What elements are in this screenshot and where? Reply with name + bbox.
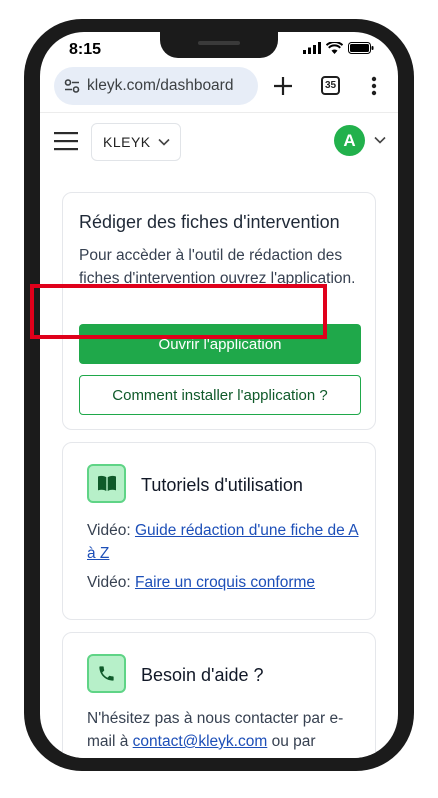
tutorial-link[interactable]: Faire un croquis conforme bbox=[135, 574, 315, 591]
help-title: Besoin d'aide ? bbox=[141, 665, 264, 685]
url-text[interactable]: kleyk.com/dashboard bbox=[87, 77, 233, 95]
help-icon-box bbox=[87, 654, 126, 693]
menu-icon[interactable] bbox=[54, 131, 78, 151]
more-options-icon[interactable] bbox=[364, 74, 384, 98]
tab-switcher-button[interactable]: 35 bbox=[321, 76, 340, 95]
organization-name: KLEYK bbox=[103, 134, 151, 150]
tutorial-item: Vidéo: Guide rédaction d'une fiche de A … bbox=[87, 522, 359, 562]
help-card: Besoin d'aide ? N'hésitez pas à nous con… bbox=[62, 632, 376, 758]
user-avatar[interactable]: A bbox=[334, 125, 365, 156]
status-time: 8:15 bbox=[69, 41, 102, 58]
new-tab-plus-icon[interactable] bbox=[270, 73, 296, 99]
battery-icon bbox=[348, 42, 374, 54]
organization-select[interactable]: KLEYK bbox=[91, 123, 181, 161]
wifi-icon bbox=[326, 42, 343, 54]
chevron-down-icon[interactable] bbox=[374, 136, 386, 144]
site-settings-icon[interactable] bbox=[64, 78, 80, 94]
phone-screen: 8:15 kleyk.com/dashboard 35 KLEYK A Rédi… bbox=[40, 32, 398, 758]
interventions-card: Rédiger des fiches d'intervention Pour a… bbox=[62, 192, 376, 430]
help-description: N'hésitez pas à nous contacter par e-mai… bbox=[87, 710, 344, 750]
tutorials-icon-box bbox=[87, 464, 126, 503]
install-app-button[interactable]: Comment installer l'application ? bbox=[79, 375, 361, 415]
chevron-down-icon bbox=[158, 138, 170, 146]
open-app-button[interactable]: Ouvrir l'application bbox=[79, 324, 361, 364]
browser-toolbar: kleyk.com/dashboard 35 bbox=[40, 64, 398, 112]
tutorials-title: Tutoriels d'utilisation bbox=[141, 475, 303, 495]
interventions-title: Rédiger des fiches d'intervention bbox=[79, 212, 340, 232]
address-bar[interactable]: kleyk.com/dashboard bbox=[54, 67, 258, 105]
tutorials-card: Tutoriels d'utilisation Vidéo: Guide réd… bbox=[62, 442, 376, 620]
phone-icon bbox=[99, 666, 114, 681]
interventions-description: Pour accèder à l'outil de rédaction des … bbox=[79, 247, 356, 287]
signal-icon bbox=[303, 42, 321, 54]
app-header: KLEYK A bbox=[40, 113, 398, 173]
contact-email-link[interactable]: contact@kleyk.com bbox=[133, 733, 268, 750]
tutorial-item: Vidéo: Faire un croquis conforme bbox=[87, 574, 316, 591]
book-icon bbox=[97, 475, 116, 491]
phone-notch bbox=[160, 32, 278, 58]
